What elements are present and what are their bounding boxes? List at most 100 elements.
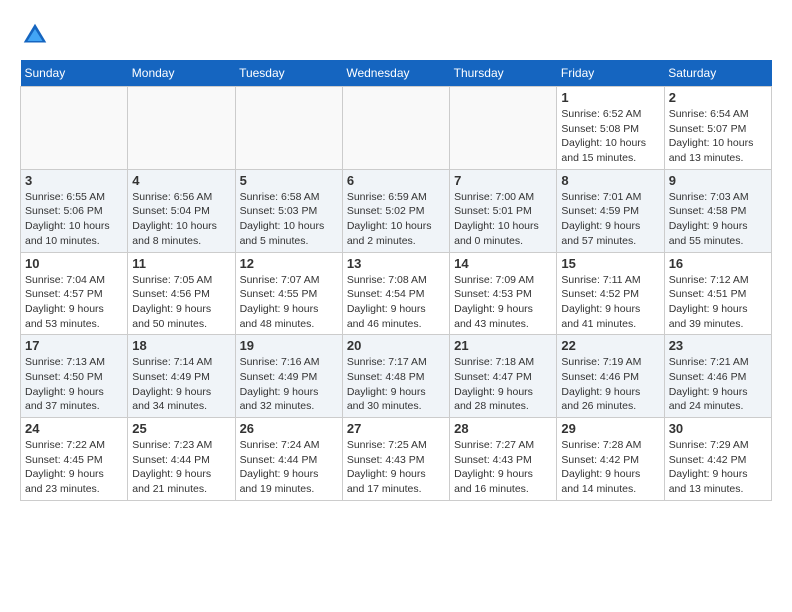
day-number: 27	[347, 421, 445, 436]
day-info: Sunrise: 7:00 AM Sunset: 5:01 PM Dayligh…	[454, 190, 552, 249]
day-header-tuesday: Tuesday	[235, 60, 342, 87]
day-number: 11	[132, 256, 230, 271]
day-info: Sunrise: 6:52 AM Sunset: 5:08 PM Dayligh…	[561, 107, 659, 166]
calendar-week-5: 24 Sunrise: 7:22 AM Sunset: 4:45 PM Dayli…	[21, 418, 772, 501]
day-info: Sunrise: 6:59 AM Sunset: 5:02 PM Dayligh…	[347, 190, 445, 249]
day-header-saturday: Saturday	[664, 60, 771, 87]
calendar-day: 27Sunrise: 7:25 AM Sunset: 4:43 PM Dayli…	[342, 418, 449, 501]
day-number: 10	[25, 256, 123, 271]
day-info: Sunrise: 7:23 AM Sunset: 4:44 PM Dayligh…	[132, 438, 230, 497]
day-number: 22	[561, 338, 659, 353]
logo-icon	[20, 20, 50, 50]
day-number: 20	[347, 338, 445, 353]
day-header-thursday: Thursday	[450, 60, 557, 87]
calendar-day: 29Sunrise: 7:28 AM Sunset: 4:42 PM Dayli…	[557, 418, 664, 501]
calendar-day: 6 Sunrise: 6:59 AM Sunset: 5:02 PM Daylig…	[342, 169, 449, 252]
calendar-day: 23 Sunrise: 7:21 AM Sunset: 4:46 PM Dayli…	[664, 335, 771, 418]
day-info: Sunrise: 7:05 AM Sunset: 4:56 PM Dayligh…	[132, 273, 230, 332]
day-info: Sunrise: 7:07 AM Sunset: 4:55 PM Dayligh…	[240, 273, 338, 332]
day-number: 17	[25, 338, 123, 353]
day-header-monday: Monday	[128, 60, 235, 87]
day-info: Sunrise: 7:19 AM Sunset: 4:46 PM Dayligh…	[561, 355, 659, 414]
day-info: Sunrise: 7:17 AM Sunset: 4:48 PM Dayligh…	[347, 355, 445, 414]
day-info: Sunrise: 6:54 AM Sunset: 5:07 PM Dayligh…	[669, 107, 767, 166]
calendar-day: 26 Sunrise: 7:24 AM Sunset: 4:44 PM Dayli…	[235, 418, 342, 501]
day-number: 13	[347, 256, 445, 271]
day-number: 28	[454, 421, 552, 436]
calendar-day: 11 Sunrise: 7:05 AM Sunset: 4:56 PM Dayli…	[128, 252, 235, 335]
day-header-friday: Friday	[557, 60, 664, 87]
day-info: Sunrise: 7:24 AM Sunset: 4:44 PM Dayligh…	[240, 438, 338, 497]
day-number: 23	[669, 338, 767, 353]
calendar-day: 8 Sunrise: 7:01 AM Sunset: 4:59 PM Daylig…	[557, 169, 664, 252]
day-info: Sunrise: 7:27 AM Sunset: 4:43 PM Dayligh…	[454, 438, 552, 497]
day-number: 4	[132, 173, 230, 188]
day-number: 8	[561, 173, 659, 188]
calendar-day: 21Sunrise: 7:18 AM Sunset: 4:47 PM Dayli…	[450, 335, 557, 418]
day-number: 24	[25, 421, 123, 436]
day-number: 2	[669, 90, 767, 105]
calendar-day: 24 Sunrise: 7:22 AM Sunset: 4:45 PM Dayli…	[21, 418, 128, 501]
day-info: Sunrise: 7:11 AM Sunset: 4:52 PM Dayligh…	[561, 273, 659, 332]
calendar-day	[450, 87, 557, 170]
calendar-day: 2 Sunrise: 6:54 AM Sunset: 5:07 PM Daylig…	[664, 87, 771, 170]
day-number: 25	[132, 421, 230, 436]
day-number: 6	[347, 173, 445, 188]
calendar-day: 12 Sunrise: 7:07 AM Sunset: 4:55 PM Dayli…	[235, 252, 342, 335]
calendar-day: 18 Sunrise: 7:14 AM Sunset: 4:49 PM Dayli…	[128, 335, 235, 418]
day-number: 9	[669, 173, 767, 188]
page-header	[20, 20, 772, 50]
day-info: Sunrise: 7:16 AM Sunset: 4:49 PM Dayligh…	[240, 355, 338, 414]
calendar-day: 17 Sunrise: 7:13 AM Sunset: 4:50 PM Dayli…	[21, 335, 128, 418]
day-number: 3	[25, 173, 123, 188]
calendar-week-3: 10 Sunrise: 7:04 AM Sunset: 4:57 PM Dayli…	[21, 252, 772, 335]
calendar-day: 30 Sunrise: 7:29 AM Sunset: 4:42 PM Dayli…	[664, 418, 771, 501]
calendar-week-2: 3 Sunrise: 6:55 AM Sunset: 5:06 PM Daylig…	[21, 169, 772, 252]
day-number: 18	[132, 338, 230, 353]
day-info: Sunrise: 7:09 AM Sunset: 4:53 PM Dayligh…	[454, 273, 552, 332]
calendar-day: 14 Sunrise: 7:09 AM Sunset: 4:53 PM Dayli…	[450, 252, 557, 335]
calendar-day	[21, 87, 128, 170]
day-info: Sunrise: 6:55 AM Sunset: 5:06 PM Dayligh…	[25, 190, 123, 249]
calendar-day: 20 Sunrise: 7:17 AM Sunset: 4:48 PM Dayli…	[342, 335, 449, 418]
calendar-week-4: 17 Sunrise: 7:13 AM Sunset: 4:50 PM Dayli…	[21, 335, 772, 418]
day-number: 29	[561, 421, 659, 436]
day-info: Sunrise: 7:08 AM Sunset: 4:54 PM Dayligh…	[347, 273, 445, 332]
day-number: 26	[240, 421, 338, 436]
day-number: 21	[454, 338, 552, 353]
day-info: Sunrise: 7:29 AM Sunset: 4:42 PM Dayligh…	[669, 438, 767, 497]
day-info: Sunrise: 7:22 AM Sunset: 4:45 PM Dayligh…	[25, 438, 123, 497]
day-number: 30	[669, 421, 767, 436]
day-number: 12	[240, 256, 338, 271]
day-header-wednesday: Wednesday	[342, 60, 449, 87]
calendar-day: 15Sunrise: 7:11 AM Sunset: 4:52 PM Dayli…	[557, 252, 664, 335]
day-info: Sunrise: 6:56 AM Sunset: 5:04 PM Dayligh…	[132, 190, 230, 249]
calendar-day: 19Sunrise: 7:16 AM Sunset: 4:49 PM Dayli…	[235, 335, 342, 418]
calendar-week-1: 1 Sunrise: 6:52 AM Sunset: 5:08 PM Daylig…	[21, 87, 772, 170]
day-info: Sunrise: 7:03 AM Sunset: 4:58 PM Dayligh…	[669, 190, 767, 249]
calendar-day	[342, 87, 449, 170]
calendar-day	[128, 87, 235, 170]
day-number: 14	[454, 256, 552, 271]
day-number: 7	[454, 173, 552, 188]
calendar-day: 4 Sunrise: 6:56 AM Sunset: 5:04 PM Daylig…	[128, 169, 235, 252]
calendar-day: 28 Sunrise: 7:27 AM Sunset: 4:43 PM Dayli…	[450, 418, 557, 501]
calendar-day: 9 Sunrise: 7:03 AM Sunset: 4:58 PM Daylig…	[664, 169, 771, 252]
calendar-day: 13 Sunrise: 7:08 AM Sunset: 4:54 PM Dayli…	[342, 252, 449, 335]
day-info: Sunrise: 7:04 AM Sunset: 4:57 PM Dayligh…	[25, 273, 123, 332]
day-number: 16	[669, 256, 767, 271]
calendar-header-row: SundayMondayTuesdayWednesdayThursdayFrid…	[21, 60, 772, 87]
day-number: 5	[240, 173, 338, 188]
calendar-table: SundayMondayTuesdayWednesdayThursdayFrid…	[20, 60, 772, 501]
day-info: Sunrise: 7:13 AM Sunset: 4:50 PM Dayligh…	[25, 355, 123, 414]
day-info: Sunrise: 7:14 AM Sunset: 4:49 PM Dayligh…	[132, 355, 230, 414]
calendar-day: 3 Sunrise: 6:55 AM Sunset: 5:06 PM Daylig…	[21, 169, 128, 252]
calendar-day: 10 Sunrise: 7:04 AM Sunset: 4:57 PM Dayli…	[21, 252, 128, 335]
calendar-day: 1 Sunrise: 6:52 AM Sunset: 5:08 PM Daylig…	[557, 87, 664, 170]
day-info: Sunrise: 7:01 AM Sunset: 4:59 PM Dayligh…	[561, 190, 659, 249]
logo	[20, 20, 54, 50]
day-info: Sunrise: 7:21 AM Sunset: 4:46 PM Dayligh…	[669, 355, 767, 414]
day-header-sunday: Sunday	[21, 60, 128, 87]
day-number: 1	[561, 90, 659, 105]
day-info: Sunrise: 6:58 AM Sunset: 5:03 PM Dayligh…	[240, 190, 338, 249]
